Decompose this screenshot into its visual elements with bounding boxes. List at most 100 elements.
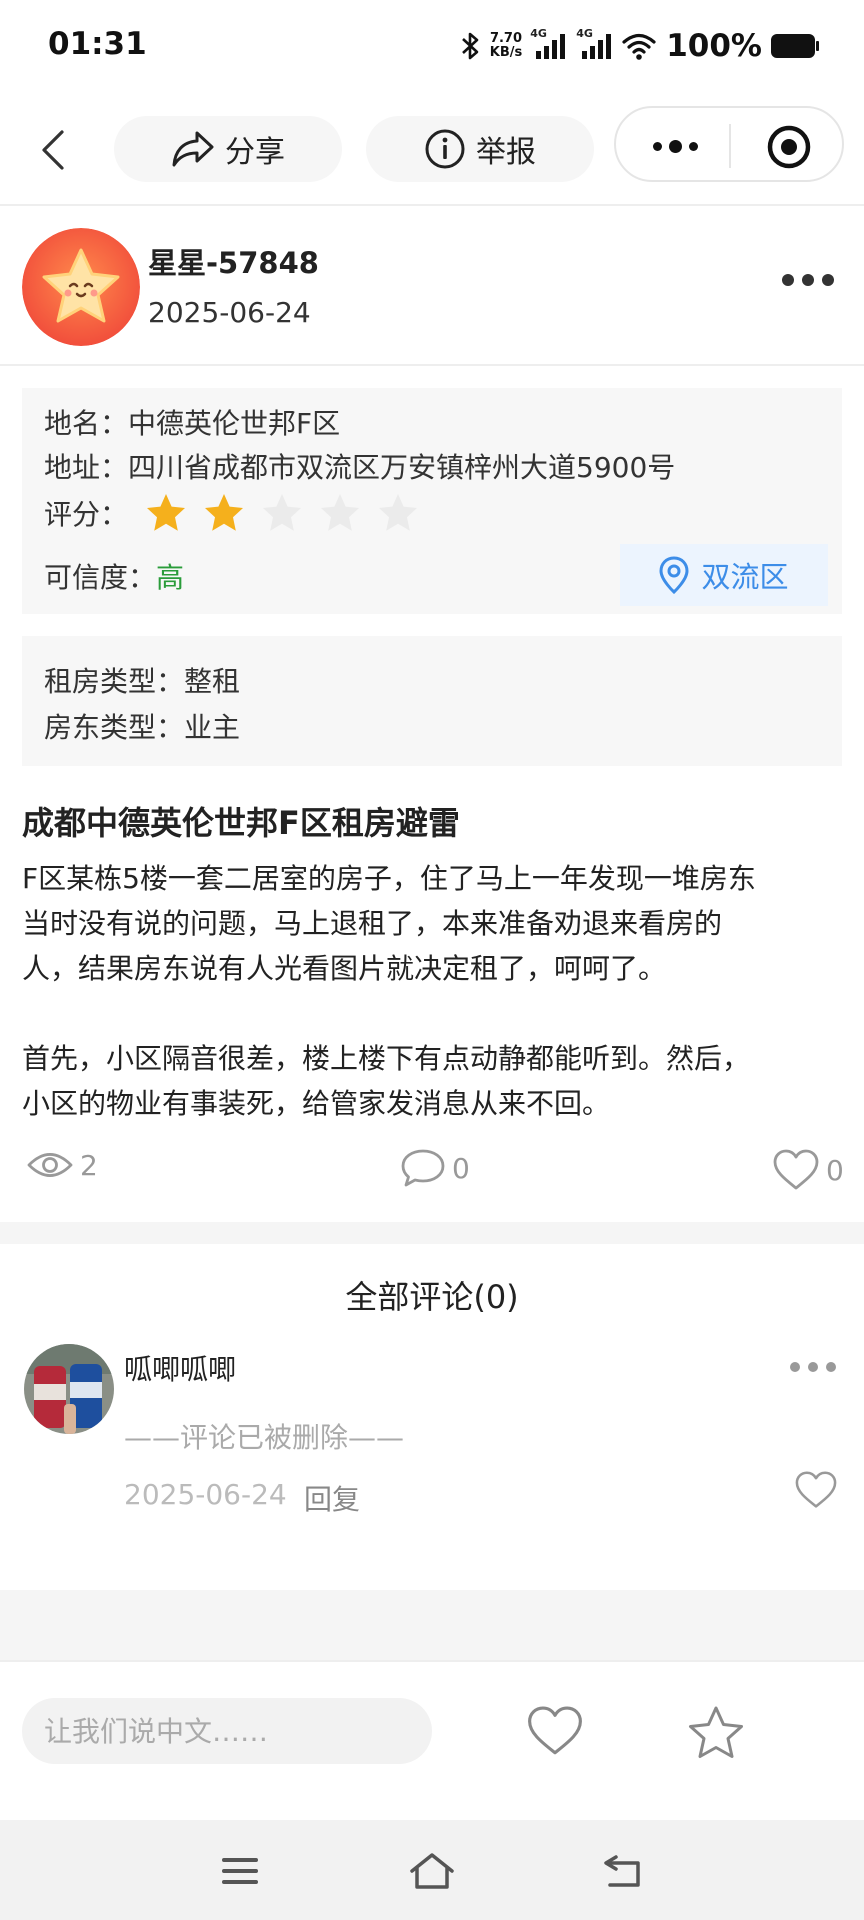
rating-row: 评分： (44, 492, 420, 534)
views-count: 2 (80, 1148, 98, 1182)
network-speed-unit: KB/s (489, 45, 523, 60)
report-label: 举报 (476, 135, 536, 170)
district-chip[interactable]: 双流区 (620, 544, 828, 606)
star-empty-icon (379, 494, 418, 531)
heart-icon (528, 1706, 582, 1755)
heart-icon (773, 1149, 819, 1190)
address-label: 地址： (44, 451, 129, 484)
location-pin-icon (659, 556, 689, 594)
post-line: 小区的物业有事装死，给管家发消息从来不回。 (22, 1087, 611, 1120)
likes-count: 0 (826, 1153, 844, 1187)
signal-icon (582, 34, 612, 59)
section-divider (0, 1590, 864, 1660)
home-button[interactable] (407, 1846, 457, 1896)
battery-icon (771, 34, 819, 58)
favorite-button[interactable] (686, 1704, 746, 1766)
comment-deleted-text: ——评论已被删除—— (124, 1421, 405, 1454)
avatar[interactable] (22, 228, 140, 346)
post-date: 2025-06-24 (148, 296, 311, 329)
report-button[interactable]: 举报 (366, 116, 594, 182)
post-line: 当时没有说的问题，马上退租了，本来准备劝退来看房的 (22, 907, 723, 940)
credibility-label: 可信度： (44, 561, 157, 594)
more-icon[interactable] (782, 274, 834, 286)
landlord-type-value: 业主 (184, 711, 241, 744)
back-arrow-icon (42, 130, 64, 170)
landlord-type-label: 房东类型： (44, 711, 185, 744)
status-icons: 7.70 KB/s 4G 4G 100% (460, 26, 820, 66)
heart-icon (795, 1471, 837, 1508)
wifi-icon (622, 33, 656, 60)
like-button[interactable] (526, 1704, 584, 1762)
comment-like-button[interactable] (794, 1470, 838, 1514)
address-value: 四川省成都市双流区万安镇梓州大道5900号 (128, 451, 676, 484)
nav-bar: 分享 举报 (0, 98, 864, 206)
rent-type-label: 租房类型： (44, 665, 185, 698)
rental-type-card: 租房类型：整租 房东类型：业主 (22, 636, 842, 766)
star-icon (689, 1706, 743, 1758)
commenter-avatar[interactable] (24, 1344, 114, 1434)
network-speed: 7.70 KB/s (490, 32, 522, 60)
system-back-button[interactable] (598, 1846, 648, 1896)
system-navigation-bar (0, 1820, 864, 1920)
signal-sim2: 4G (576, 27, 614, 61)
share-label: 分享 (225, 135, 285, 170)
share-icon (172, 131, 214, 167)
post-stats: 2 0 0 (0, 1148, 864, 1204)
back-button[interactable] (30, 122, 76, 178)
section-divider (0, 1222, 864, 1244)
eye-icon (27, 1153, 73, 1177)
rent-type-value: 整租 (184, 665, 241, 698)
rating-label: 评分： (44, 498, 129, 531)
comment-date: 2025-06-24 (124, 1478, 287, 1511)
more-icon[interactable] (644, 126, 706, 166)
views-stat: 2 (26, 1148, 98, 1182)
property-info-card: 地名：中德英伦世邦F区 地址：四川省成都市双流区万安镇梓州大道5900号 评分：… (22, 388, 842, 614)
signal-sim1: 4G (530, 27, 568, 61)
home-icon (410, 1853, 454, 1889)
comment-bubble-icon (401, 1149, 445, 1187)
credibility-value: 高 (156, 561, 185, 594)
comment-input[interactable] (22, 1698, 432, 1764)
address-row: 地址：四川省成都市双流区万安镇梓州大道5900号 (44, 446, 675, 486)
post-line: F区某栋5楼一套二居室的房子，住了马上一年发现一堆房东 (22, 862, 756, 895)
star-face-avatar-icon (22, 228, 140, 346)
author-name[interactable]: 星星-57848 (148, 240, 319, 282)
rating-stars (144, 492, 420, 534)
comments-count: 0 (452, 1151, 470, 1185)
star-filled-icon (205, 494, 244, 531)
comment-more-icon[interactable] (790, 1362, 836, 1372)
place-name-row: 地名：中德英伦世邦F区 (44, 402, 340, 442)
recent-apps-button[interactable] (215, 1846, 265, 1896)
reply-button[interactable]: 回复 (304, 1478, 360, 1518)
share-button[interactable]: 分享 (114, 116, 342, 182)
commenter-name[interactable]: 呱唧呱唧 (124, 1348, 236, 1388)
capsule-divider (729, 124, 731, 168)
star-empty-icon (263, 494, 302, 531)
status-time: 01:31 (48, 26, 147, 62)
post-line: 首先，小区隔音很差，楼上楼下有点动静都能听到。然后， (22, 1042, 751, 1075)
rent-type-row: 租房类型：整租 (44, 660, 240, 700)
bottom-action-bar (0, 1660, 864, 1820)
status-bar: 01:31 7.70 KB/s 4G 4G 100% (0, 0, 864, 92)
post-line: 人，结果房东说有人光看图片就决定租了，呵呵了。 (22, 952, 667, 985)
star-filled-icon (147, 494, 186, 531)
likes-stat[interactable]: 0 (772, 1148, 844, 1192)
bluetooth-icon (461, 32, 479, 60)
cans-photo-avatar-icon (24, 1344, 114, 1434)
network-speed-value: 7.70 (489, 31, 523, 46)
comments-title: 全部评论(0) (345, 1278, 519, 1316)
target-icon[interactable] (766, 124, 812, 170)
credibility-row: 可信度：高 (44, 556, 184, 596)
star-empty-icon (321, 494, 360, 531)
signal-icon (536, 34, 566, 59)
author-header: 星星-57848 2025-06-24 (0, 206, 864, 366)
place-name-label: 地名： (44, 407, 129, 440)
post-body: F区某栋5楼一套二居室的房子，住了马上一年发现一堆房东 当时没有说的问题，马上退… (22, 856, 848, 1126)
menu-icon (222, 1858, 258, 1884)
return-icon (604, 1855, 640, 1887)
battery-percent: 100% (666, 28, 762, 64)
district-label: 双流区 (701, 560, 789, 594)
mini-program-capsule (614, 106, 844, 182)
comments-stat[interactable]: 0 (400, 1148, 470, 1188)
